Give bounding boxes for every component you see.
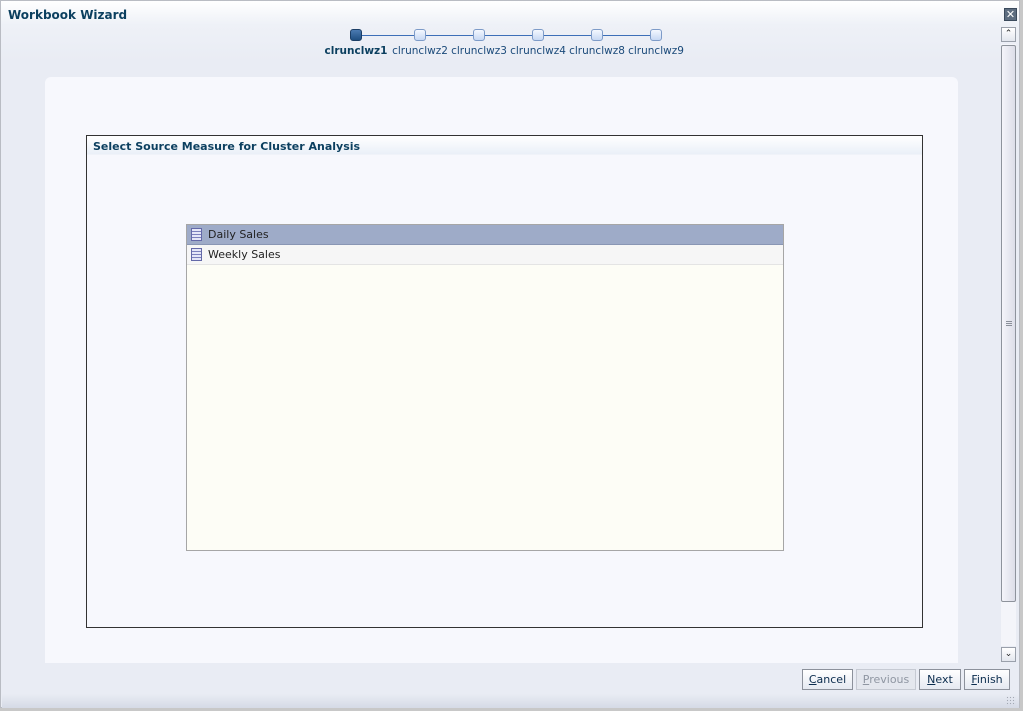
finish-label: inish <box>976 673 1003 686</box>
dialog-title: Workbook Wizard <box>8 8 128 22</box>
measure-list[interactable]: Daily Sales Weekly Sales <box>186 224 784 551</box>
train-stop-3[interactable] <box>473 29 485 41</box>
close-icon: ✕ <box>1005 8 1016 21</box>
measure-icon <box>191 228 202 241</box>
wizard-train: clrunclwz1 clrunclwz2 clrunclwz3 clruncl… <box>325 29 686 59</box>
scroll-thumb[interactable] <box>1001 45 1016 602</box>
train-stop-6[interactable] <box>650 29 662 41</box>
list-item-weekly-sales[interactable]: Weekly Sales <box>187 245 783 265</box>
train-stop-label-4[interactable]: clrunclwz4 <box>510 45 566 57</box>
list-item-label: Daily Sales <box>208 228 269 241</box>
next-button[interactable]: Next <box>919 669 961 690</box>
workbook-wizard-dialog: Workbook Wizard ✕ clrunclwz1 clrunclwz2 … <box>0 0 1020 708</box>
train-stop-label-2[interactable]: clrunclwz2 <box>392 45 448 57</box>
close-button[interactable]: ✕ <box>1004 8 1017 21</box>
cancel-label: ancel <box>816 673 847 686</box>
train-stop-1[interactable] <box>350 29 362 41</box>
train-stop-label-3[interactable]: clrunclwz3 <box>451 45 507 57</box>
measure-icon <box>191 248 202 261</box>
section-header: Select Source Measure for Cluster Analys… <box>87 136 922 155</box>
section-title: Select Source Measure for Cluster Analys… <box>93 140 361 153</box>
train-stop-label-1[interactable]: clrunclwz1 <box>325 45 388 57</box>
list-item-daily-sales[interactable]: Daily Sales <box>187 225 783 245</box>
previous-label: revious <box>869 673 910 686</box>
train-stop-label-5[interactable]: clrunclwz8 <box>569 45 625 57</box>
vertical-scrollbar[interactable]: ⌃ ⌄ <box>1000 27 1017 663</box>
grip-icon <box>1006 321 1012 327</box>
train-stop-label-6[interactable]: clrunclwz9 <box>628 45 684 57</box>
chevron-down-icon: ⌄ <box>1004 649 1013 659</box>
previous-button[interactable]: Previous <box>856 669 916 690</box>
train-stop-4[interactable] <box>532 29 544 41</box>
scroll-up-button[interactable]: ⌃ <box>1001 27 1016 42</box>
scroll-down-button[interactable]: ⌄ <box>1001 647 1016 662</box>
cancel-button[interactable]: Cancel <box>802 669 853 690</box>
resize-grip-icon[interactable] <box>1006 696 1016 706</box>
finish-button[interactable]: Finish <box>964 669 1010 690</box>
list-item-label: Weekly Sales <box>208 248 281 261</box>
train-stop-5[interactable] <box>591 29 603 41</box>
cancel-mnemonic: C <box>808 673 817 686</box>
next-label: ext <box>935 673 953 686</box>
chevron-up-icon: ⌃ <box>1004 29 1013 39</box>
train-stop-2[interactable] <box>414 29 426 41</box>
train-connector <box>362 35 662 36</box>
